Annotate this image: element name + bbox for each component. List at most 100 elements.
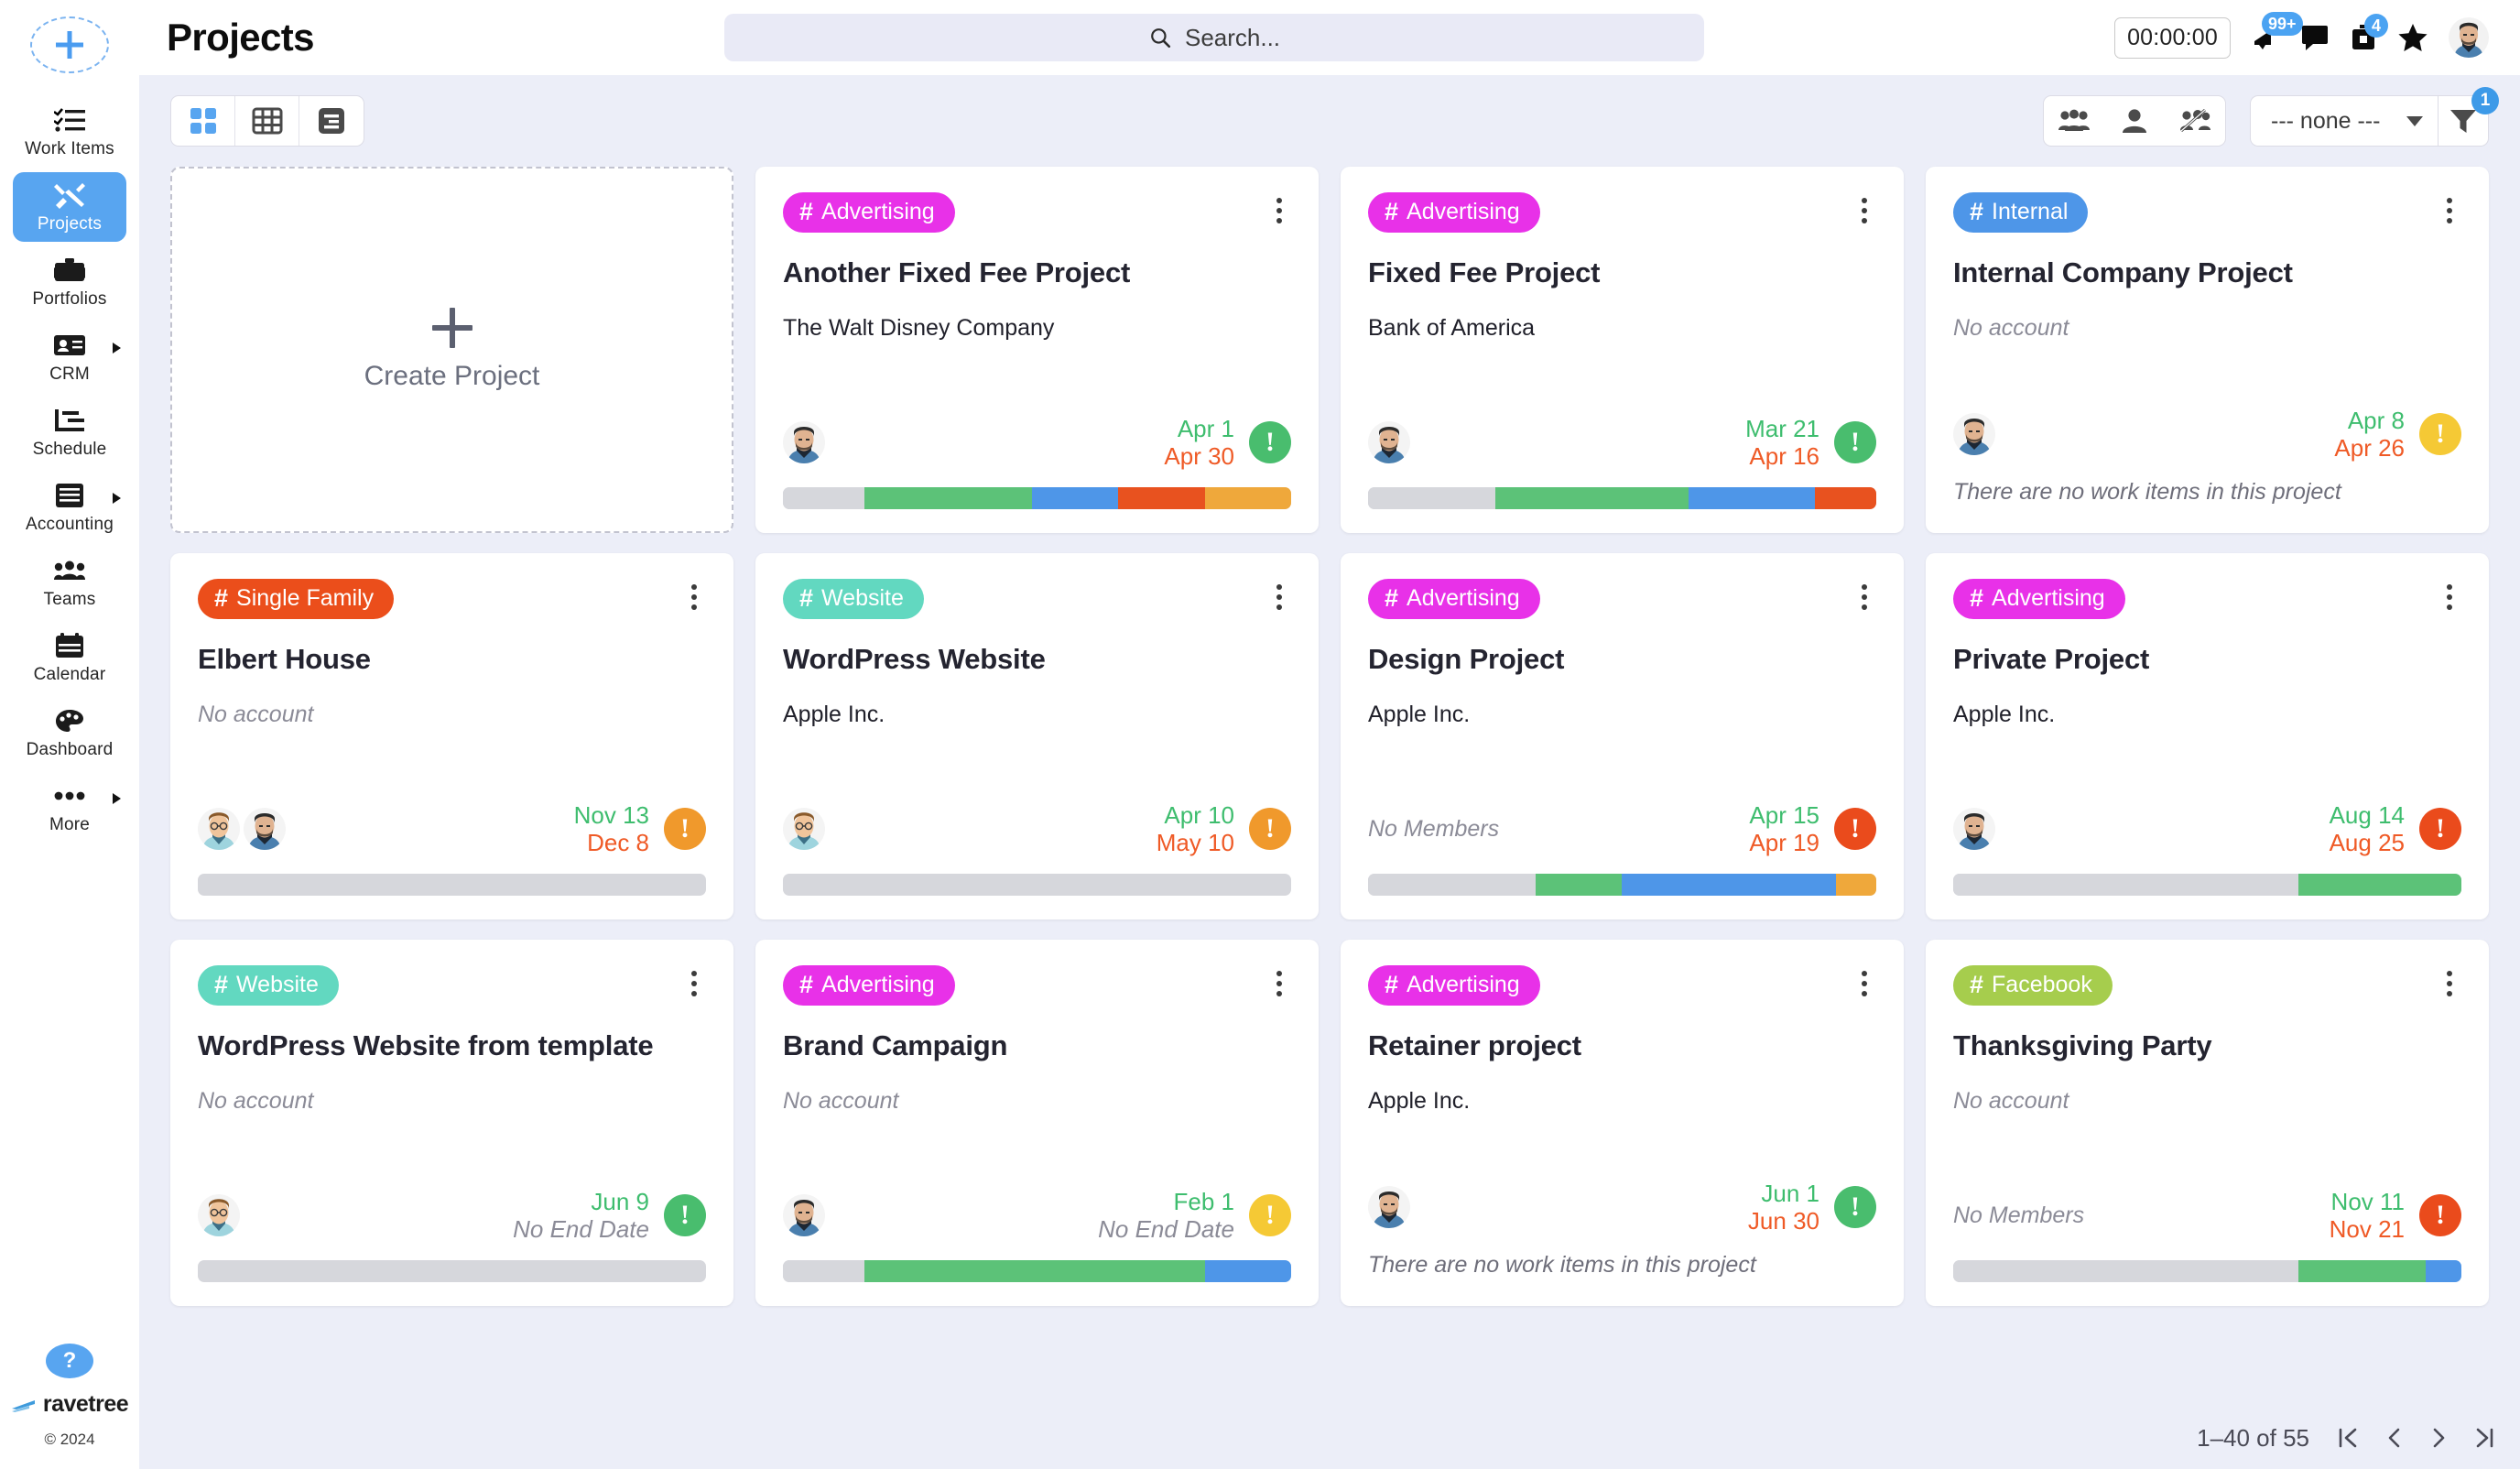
unassigned-filter-button[interactable] [2165, 109, 2225, 134]
palette-icon [55, 706, 84, 735]
user-avatar[interactable] [2449, 17, 2489, 58]
card-menu-button[interactable] [682, 579, 706, 615]
sidebar-item-work-items[interactable]: Work Items [13, 97, 126, 167]
project-tag-label: Facebook [1992, 974, 2092, 996]
filter-button[interactable]: 1 [2438, 95, 2489, 147]
project-card[interactable]: #FacebookThanksgiving PartyNo accountNo … [1926, 940, 2489, 1306]
sidebar-item-teams[interactable]: Teams [13, 548, 126, 617]
member-avatar[interactable] [783, 421, 825, 463]
sidebar-item-projects[interactable]: Projects [13, 172, 126, 242]
card-view-button[interactable] [171, 96, 235, 146]
progress-bar [783, 487, 1291, 509]
view-toolbar: --- none --- 1 [170, 95, 2489, 147]
card-menu-button[interactable] [2438, 965, 2461, 1002]
end-date: Aug 25 [2330, 829, 2405, 857]
all-members-filter-button[interactable] [2044, 109, 2104, 133]
progress-bar [1368, 487, 1876, 509]
sidebar-item-portfolios[interactable]: Portfolios [13, 247, 126, 317]
my-items-filter-button[interactable] [2104, 108, 2165, 134]
pagination: 1–40 of 55 [139, 1407, 2520, 1469]
hash-icon: # [799, 586, 813, 611]
card-menu-button[interactable] [2438, 579, 2461, 615]
member-avatar[interactable] [1953, 808, 1995, 850]
project-account: Apple Inc. [1368, 702, 1876, 728]
first-page-button[interactable] [2337, 1425, 2361, 1451]
table-view-button[interactable] [235, 96, 299, 146]
project-card[interactable]: #AdvertisingRetainer projectApple Inc.Ju… [1341, 940, 1904, 1306]
project-card[interactable]: #AdvertisingFixed Fee ProjectBank of Ame… [1341, 167, 1904, 533]
help-button[interactable]: ? [46, 1344, 93, 1378]
card-menu-button[interactable] [2438, 192, 2461, 229]
sidebar-item-label: Calendar [34, 665, 106, 685]
top-bar: Projects Search... 00:00:00 [139, 0, 2520, 75]
member-avatar[interactable] [783, 808, 825, 850]
sidebar-item-calendar[interactable]: Calendar [13, 623, 126, 692]
card-menu-button[interactable] [682, 965, 706, 1002]
project-tag[interactable]: #Advertising [783, 965, 955, 1006]
start-date: Apr 8 [2348, 407, 2405, 435]
next-page-button[interactable] [2428, 1425, 2449, 1451]
project-card[interactable]: #InternalInternal Company ProjectNo acco… [1926, 167, 2489, 533]
timer-display[interactable]: 00:00:00 [2114, 17, 2231, 59]
search-input[interactable]: Search... [724, 14, 1704, 61]
project-tag[interactable]: #Advertising [783, 192, 955, 233]
project-card[interactable]: #AdvertisingBrand CampaignNo accountFeb … [755, 940, 1319, 1306]
last-page-button[interactable] [2472, 1425, 2496, 1451]
sidebar-item-dashboard[interactable]: Dashboard [13, 698, 126, 767]
project-tag[interactable]: #Internal [1953, 192, 2088, 233]
portfolio-button[interactable]: 4 [2350, 23, 2377, 52]
create-project-card[interactable]: Create Project [170, 167, 733, 533]
sidebar-item-schedule[interactable]: Schedule [13, 397, 126, 467]
hash-icon: # [799, 200, 813, 224]
project-card[interactable]: #AdvertisingAnother Fixed Fee ProjectThe… [755, 167, 1319, 533]
project-tag[interactable]: #Advertising [1368, 192, 1540, 233]
member-avatar[interactable] [1368, 1186, 1410, 1228]
start-date: Jun 1 [1761, 1180, 1819, 1208]
messages-button[interactable] [2300, 24, 2330, 51]
card-header: #Website [198, 965, 706, 1006]
status-badge: ! [1834, 1186, 1876, 1228]
card-meta: Apr 1Apr 30! [783, 415, 1291, 487]
project-tag[interactable]: #Website [783, 579, 924, 619]
favorites-button[interactable] [2397, 23, 2428, 52]
card-menu-button[interactable] [1852, 192, 1876, 229]
project-tag[interactable]: #Advertising [1953, 579, 2125, 619]
sidebar-item-crm[interactable]: CRM [13, 322, 126, 392]
progress-segment [1836, 874, 1876, 896]
member-avatar[interactable] [1953, 413, 1995, 455]
member-avatar[interactable] [1368, 421, 1410, 463]
member-avatar[interactable] [198, 808, 240, 850]
card-menu-button[interactable] [1267, 192, 1291, 229]
project-tag[interactable]: #Advertising [1368, 579, 1540, 619]
view-switcher [170, 95, 364, 147]
project-card[interactable]: #AdvertisingDesign ProjectApple Inc.No M… [1341, 553, 1904, 919]
sidebar-item-more[interactable]: More [13, 773, 126, 843]
project-tag[interactable]: #Single Family [198, 579, 394, 619]
card-menu-button[interactable] [1852, 965, 1876, 1002]
filter-select[interactable]: --- none --- [2250, 95, 2438, 147]
card-menu-button[interactable] [1267, 579, 1291, 615]
notifications-button[interactable]: 99+ [2251, 23, 2280, 52]
end-date: Apr 16 [1749, 442, 1819, 471]
member-avatar[interactable] [244, 808, 286, 850]
prev-page-button[interactable] [2384, 1425, 2405, 1451]
member-avatar[interactable] [783, 1194, 825, 1236]
person-icon [2123, 108, 2146, 134]
project-tag[interactable]: #Advertising [1368, 965, 1540, 1006]
card-menu-button[interactable] [1267, 965, 1291, 1002]
project-card[interactable]: #WebsiteWordPress WebsiteApple Inc.Apr 1… [755, 553, 1319, 919]
project-card[interactable]: #AdvertisingPrivate ProjectApple Inc.Aug… [1926, 553, 2489, 919]
project-tag[interactable]: #Facebook [1953, 965, 2113, 1006]
project-card[interactable]: #Single FamilyElbert HouseNo accountNov … [170, 553, 733, 919]
project-account: Apple Inc. [1368, 1088, 1876, 1115]
board-view-button[interactable] [299, 96, 364, 146]
avatar-male-beard-icon [2449, 17, 2489, 58]
project-card[interactable]: #WebsiteWordPress Website from templateN… [170, 940, 733, 1306]
progress-segment [1118, 487, 1204, 509]
member-avatar[interactable] [198, 1194, 240, 1236]
start-date: Nov 13 [574, 801, 649, 830]
project-tag[interactable]: #Website [198, 965, 339, 1006]
create-new-button[interactable] [30, 16, 109, 73]
card-menu-button[interactable] [1852, 579, 1876, 615]
sidebar-item-accounting[interactable]: Accounting [13, 473, 126, 542]
